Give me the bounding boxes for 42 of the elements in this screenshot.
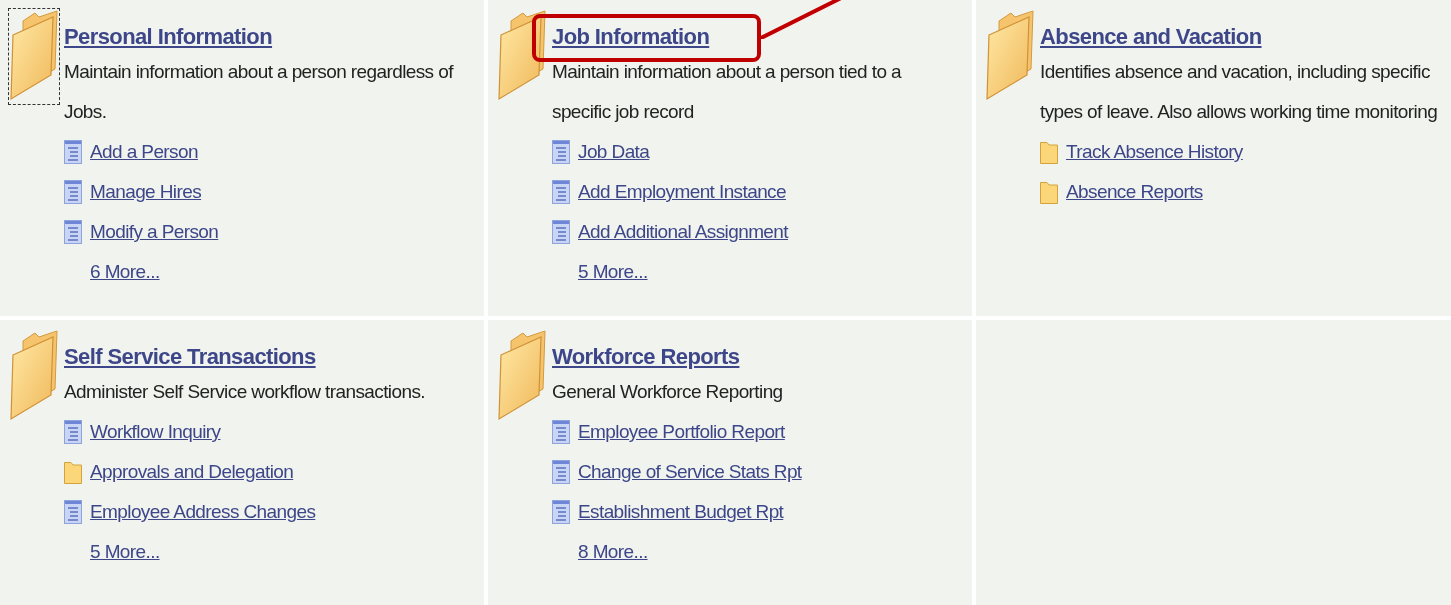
more-link[interactable]: 5 More... [578,261,648,283]
menu-link[interactable]: Add Additional Assignment [578,221,788,243]
section-description: Administer Self Service workflow transactions. [64,380,426,404]
menu-link[interactable]: Manage Hires [90,181,202,203]
page-icon [64,220,82,244]
more-link[interactable]: 8 More... [578,541,648,563]
section-description: Maintain information about a person regardless of Jobs. [64,60,455,124]
folder-icon [1040,180,1058,204]
page-icon [552,460,570,484]
section-title-link[interactable]: Workforce Reports [552,344,740,369]
section-description: Maintain information about a person tied to a specific job record [552,60,903,124]
menu-link[interactable]: Workflow Inquiry [90,421,221,443]
more-link[interactable]: 5 More... [90,541,160,563]
menu-link[interactable]: Change of Service Stats Rpt [578,461,802,483]
menu-link[interactable]: Job Data [578,141,650,163]
menu-link[interactable]: Add a Person [90,141,198,163]
menu-link[interactable]: Modify a Person [90,221,219,243]
page-icon [64,180,82,204]
section-description: Identifies absence and vacation, including specific types of leave. Also allows working time monitoring [1040,60,1439,124]
folder-icon [1040,140,1058,164]
section-title-link[interactable]: Personal Information [64,24,273,49]
section-title-link[interactable]: Absence and Vacation [1040,24,1262,49]
menu-link[interactable]: Employee Address Changes [90,501,316,523]
section-title-link[interactable]: Job Information [552,24,710,49]
page-icon [552,500,570,524]
menu-link[interactable]: Add Employment Instance [578,181,786,203]
page-icon [552,220,570,244]
page-icon [552,180,570,204]
more-link[interactable]: 6 More... [90,261,160,283]
menu-link[interactable]: Approvals and Delegation [90,461,294,483]
page-icon [64,500,82,524]
menu-link[interactable]: Absence Reports [1066,181,1203,203]
page-icon [552,420,570,444]
section-description: General Workforce Reporting [552,380,784,404]
menu-link[interactable]: Employee Portfolio Report [578,421,785,443]
page-icon [64,420,82,444]
section-title-link[interactable]: Self Service Transactions [64,344,316,369]
menu-link[interactable]: Track Absence History [1066,141,1243,163]
folder-icon [64,460,82,484]
menu-link[interactable]: Establishment Budget Rpt [578,501,784,523]
page-icon [552,140,570,164]
page-icon [64,140,82,164]
